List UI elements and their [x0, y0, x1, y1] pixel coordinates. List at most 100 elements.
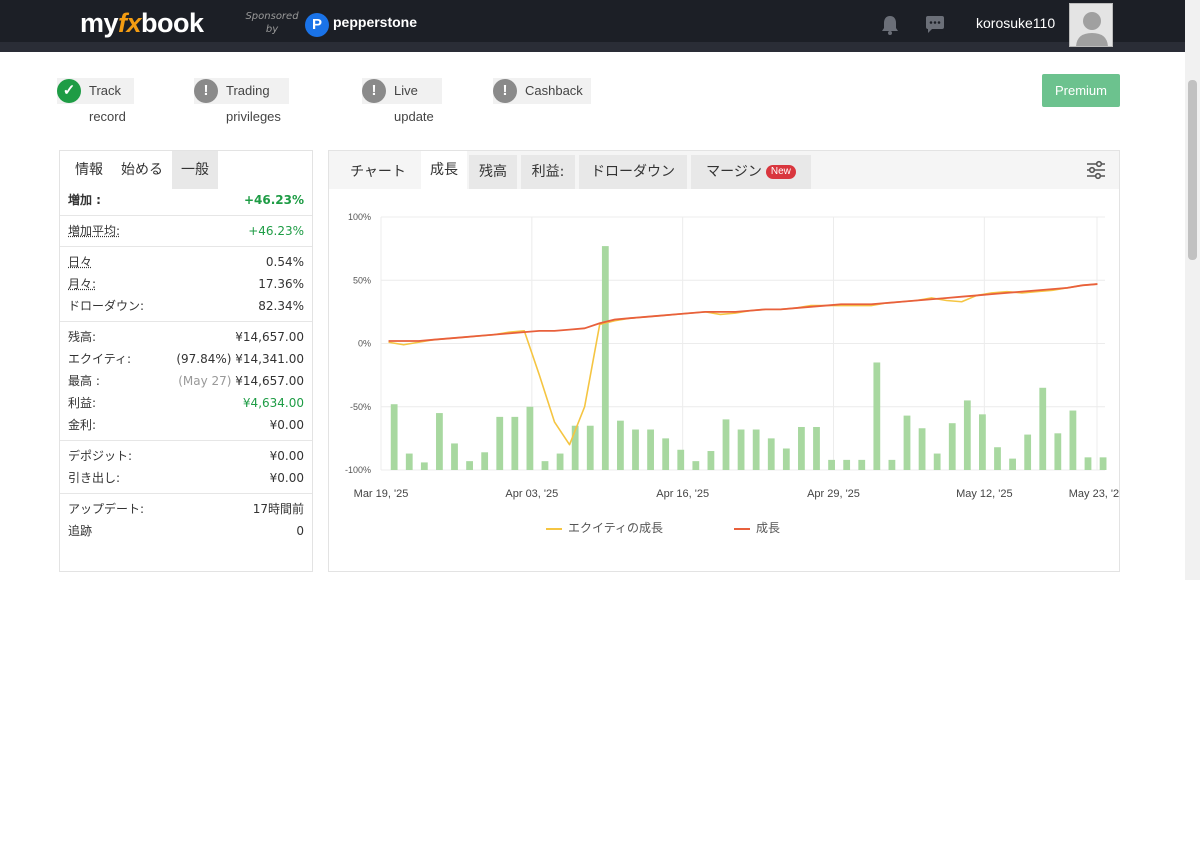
- bar: [1024, 434, 1032, 470]
- bar: [1054, 433, 1062, 470]
- bell-icon[interactable]: [880, 14, 900, 36]
- badge-live-update[interactable]: ! Live update: [362, 78, 442, 124]
- chat-icon[interactable]: [924, 14, 946, 36]
- badge-track-record[interactable]: ✓ Track record: [57, 78, 134, 124]
- bar: [963, 400, 971, 470]
- bar: [843, 459, 851, 470]
- username[interactable]: korosuke110: [976, 15, 1055, 31]
- chart-tabs: チャート 成長 残高 利益: ドローダウン マージン New: [329, 151, 1119, 189]
- bar: [405, 453, 413, 470]
- bar: [647, 429, 654, 470]
- tab-chart[interactable]: チャート: [335, 155, 421, 189]
- bar: [1009, 458, 1016, 470]
- bar: [466, 461, 473, 470]
- bar: [828, 459, 835, 470]
- y-tick-label: 100%: [348, 212, 371, 222]
- bar: [918, 428, 926, 470]
- x-tick-label: May 23, '25: [1069, 488, 1119, 500]
- x-tick-label: May 12, '25: [956, 488, 1013, 500]
- bar: [737, 429, 745, 470]
- legend-equity-growth[interactable]: エクイティの成長: [546, 519, 663, 536]
- bar: [888, 459, 896, 470]
- check-icon: ✓: [57, 79, 81, 103]
- stat-monthly: 月々: 17.36%: [68, 277, 304, 291]
- stat-balance: 残高: ¥14,657.00: [68, 330, 304, 344]
- account-stats-panel: 情報 始める 一般 増加 : +46.23% 増加平均: +46.23% 日々 0.5…: [59, 150, 313, 572]
- myfxbook-logo[interactable]: myfxbook: [80, 8, 204, 39]
- bar: [1084, 457, 1092, 470]
- stat-abs-gain: 増加平均: +46.23%: [68, 224, 304, 238]
- x-tick-label: Mar 19, '25: [354, 488, 409, 500]
- stat-equity: エクイティ: (97.84%) ¥14,341.00: [68, 352, 304, 366]
- bar: [632, 429, 639, 470]
- tab-start[interactable]: 始める: [112, 151, 172, 189]
- bar: [511, 416, 519, 470]
- tab-balance[interactable]: 残高: [469, 155, 517, 189]
- top-navigation-bar: myfxbook Sponsored by P pepperstone koros…: [0, 0, 1185, 52]
- bar: [707, 451, 715, 470]
- pepperstone-name[interactable]: pepperstone: [333, 14, 417, 30]
- stat-gain: 増加 : +46.23%: [68, 193, 304, 207]
- page-scrollbar[interactable]: [1185, 0, 1200, 580]
- stat-highest: 最高 : (May 27) ¥14,657.00: [68, 374, 304, 388]
- bar: [979, 414, 986, 470]
- bar: [858, 459, 866, 470]
- growth-chart: 100% 50% 0% -50% -100% Mar 19, '25 Apr 03, '25…: [345, 212, 1119, 500]
- bar: [933, 453, 941, 470]
- bar: [526, 406, 534, 470]
- bar: [1069, 410, 1077, 470]
- tab-margin[interactable]: マージン New: [691, 155, 811, 189]
- bar: [481, 452, 489, 470]
- bar: [948, 423, 956, 470]
- premium-button[interactable]: Premium: [1042, 74, 1120, 107]
- legend-growth[interactable]: 成長: [734, 519, 780, 536]
- bar: [813, 426, 820, 470]
- scrollbar-thumb[interactable]: [1188, 80, 1197, 260]
- stat-withdrawals: 引き出し: ¥0.00: [68, 471, 304, 485]
- stat-updated: アップデート: 17時間前: [68, 502, 304, 516]
- user-silhouette-icon: [1070, 4, 1112, 46]
- bar: [677, 449, 685, 470]
- x-tick-label: Apr 03, '25: [505, 488, 558, 500]
- stat-daily: 日々 0.54%: [68, 255, 304, 269]
- sponsored-by-text: Sponsored by: [245, 11, 299, 35]
- x-tick-label: Apr 16, '25: [656, 488, 709, 500]
- bar: [390, 404, 398, 470]
- exclamation-icon: !: [493, 79, 517, 103]
- bar: [1039, 387, 1047, 470]
- stat-deposits: デポジット: ¥0.00: [68, 449, 304, 463]
- stat-drawdown: ドローダウン: 82.34%: [68, 299, 304, 313]
- new-badge: New: [765, 165, 796, 179]
- equity-growth-line: [388, 283, 1098, 446]
- bar: [903, 415, 911, 470]
- bar: [556, 453, 564, 470]
- bar: [662, 438, 670, 470]
- tab-drawdown[interactable]: ドローダウン: [579, 155, 687, 189]
- bar: [541, 461, 549, 470]
- badge-trading-privileges[interactable]: ! Trading privileges: [194, 78, 289, 124]
- exclamation-icon: !: [194, 79, 218, 103]
- chart-panel: チャート 成長 残高 利益: ドローダウン マージン New 100% 50% 0% -…: [328, 150, 1120, 572]
- badge-cashback[interactable]: ! Cashback: [493, 78, 591, 104]
- bar: [722, 419, 730, 470]
- bar: [1099, 457, 1107, 470]
- tab-info[interactable]: 情報: [66, 151, 112, 189]
- bar: [782, 448, 790, 470]
- x-tick-label: Apr 29, '25: [807, 488, 860, 500]
- stat-tracking: 追跡 0: [68, 524, 304, 538]
- tab-general[interactable]: 一般: [172, 151, 218, 189]
- y-tick-label: 50%: [353, 275, 371, 285]
- stat-profit: 利益: ¥4,634.00: [68, 396, 304, 410]
- bar: [692, 461, 700, 470]
- bar: [767, 438, 775, 470]
- tab-growth[interactable]: 成長: [421, 151, 467, 189]
- avatar[interactable]: [1069, 3, 1113, 47]
- bar: [586, 425, 594, 470]
- growth-line-swatch: [734, 527, 750, 530]
- chart-settings-icon[interactable]: [1085, 159, 1107, 181]
- pepperstone-logo-icon[interactable]: P: [305, 13, 329, 37]
- bar: [436, 413, 443, 470]
- bar: [798, 426, 805, 470]
- equity-line-swatch: [546, 527, 562, 530]
- tab-profit[interactable]: 利益:: [521, 155, 575, 189]
